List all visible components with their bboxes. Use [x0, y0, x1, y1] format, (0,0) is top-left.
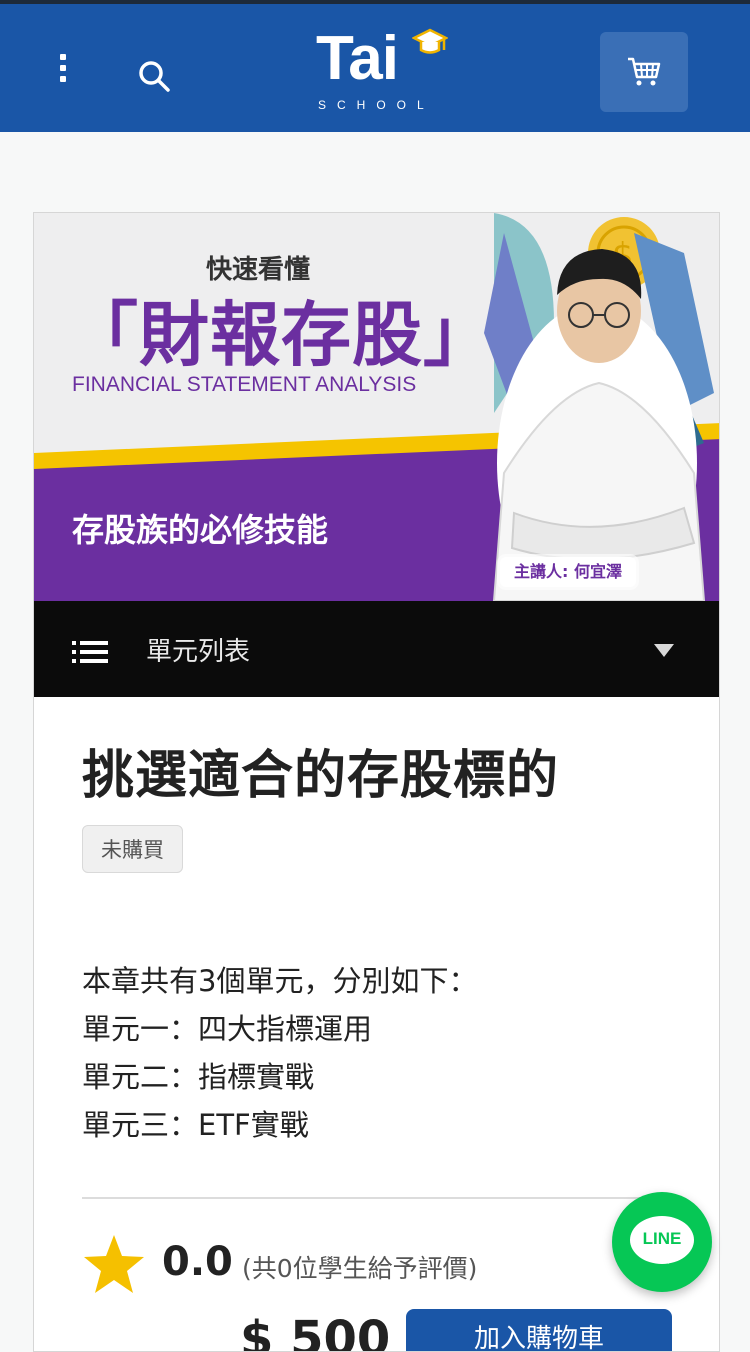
- description-line: 單元二：指標實戰: [82, 1060, 315, 1094]
- line-bubble-tail: [668, 1254, 678, 1264]
- list-icon: [72, 641, 108, 663]
- rating-value: 0.0: [162, 1239, 233, 1285]
- banner-tagline: 存股族的必修技能: [72, 511, 329, 549]
- logo-text: Tai: [316, 24, 399, 93]
- graduation-cap-icon: [412, 28, 448, 54]
- course-title: 挑選適合的存股標的: [82, 746, 560, 806]
- description-line: 單元三：ETF實戰: [82, 1108, 309, 1142]
- star-icon: [84, 1235, 144, 1293]
- banner-subtitle: FINANCIAL STATEMENT ANALYSIS: [72, 373, 417, 396]
- cart-button[interactable]: [600, 32, 688, 112]
- shopping-cart-icon: [628, 57, 661, 86]
- unit-list-label: 單元列表: [146, 637, 251, 667]
- course-card: $ 快速看懂 「財報存股」 FINANCIAL STATEMENT ANALYS…: [33, 212, 720, 1352]
- logo[interactable]: Tai SCHOOL: [300, 26, 460, 118]
- search-icon[interactable]: [134, 56, 174, 96]
- description-line: 單元一：四大指標運用: [82, 1012, 373, 1046]
- unit-list-toggle[interactable]: 單元列表: [34, 601, 719, 697]
- caret-down-icon: [654, 644, 674, 657]
- rating-count: (共0位學生給予評價): [242, 1254, 478, 1283]
- line-chat-button[interactable]: LINE: [612, 1192, 712, 1292]
- kebab-menu-icon[interactable]: [48, 54, 78, 94]
- speaker-label: 主講人: 何宜澤: [500, 557, 636, 587]
- course-price: $ 500: [240, 1311, 391, 1352]
- description-line: 本章共有3個單元，分別如下：: [82, 964, 478, 998]
- logo-subtext: SCHOOL: [318, 98, 435, 112]
- add-to-cart-button[interactable]: 加入購物車: [406, 1309, 672, 1351]
- banner-title: 「財報存股」: [68, 294, 494, 376]
- line-label: LINE: [642, 1229, 682, 1248]
- top-navbar: Tai SCHOOL: [0, 0, 750, 132]
- rating-row: 0.0 (共0位學生給予評價): [82, 1229, 682, 1299]
- course-description: 本章共有3個單元，分別如下： 單元一：四大指標運用 單元二：指標實戰 單元三：E…: [82, 957, 477, 1149]
- status-badge: 未購買: [82, 825, 183, 873]
- course-banner: $ 快速看懂 「財報存股」 FINANCIAL STATEMENT ANALYS…: [34, 213, 719, 601]
- divider: [82, 1197, 682, 1199]
